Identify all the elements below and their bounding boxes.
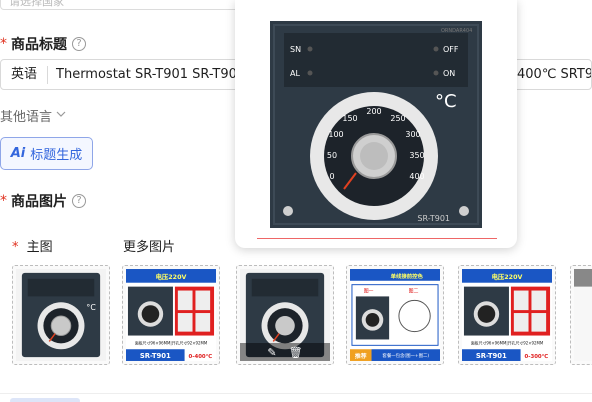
bottom-tab[interactable] — [10, 398, 80, 402]
edit-icon[interactable]: ✎ — [267, 346, 276, 359]
more-image-thumb[interactable]: 单线接前控色 图一 图二 推荐 套餐一包含(图一+图二) — [346, 265, 444, 365]
required-mark: * — [12, 240, 19, 255]
divider — [0, 393, 592, 402]
thumb-action-bar: ✎ 🗑 — [240, 343, 330, 361]
image-corner-text: ORNDAR404 — [441, 28, 473, 34]
title-section-label: * 商品标题 ? — [0, 34, 86, 54]
ai-title-generate-button[interactable]: Ai 标题生成 — [0, 137, 93, 170]
other-language-toggle[interactable]: 其他语言 — [0, 106, 66, 125]
unit-label: °C — [86, 303, 96, 312]
dial-label: 250 — [390, 114, 405, 123]
banner-tag-2: 图二 — [409, 289, 419, 295]
banner-recommend: 推荐 — [355, 352, 367, 360]
dial-label: 50 — [327, 151, 337, 160]
main-image-text: 主图 — [26, 240, 53, 255]
celsius-icon: °C — [435, 91, 457, 112]
ai-button-label: 标题生成 — [30, 148, 83, 163]
banner-bundle: 套餐一包含(图一+图二) — [382, 352, 429, 359]
image-preview-popup: SN AL OFF ON °C 0 50 100 150 200 250 300… — [235, 0, 517, 248]
more-image-thumb-partial[interactable] — [570, 265, 592, 365]
banner-size: 面板尺寸96×96MM|开孔尺寸92×92MM — [471, 340, 543, 345]
banner-voltage: 电压220V — [156, 272, 187, 281]
product-image — [574, 269, 592, 361]
more-image-thumb-hovered[interactable]: ✎ 🗑 — [236, 265, 334, 365]
more-images-label: 更多图片 — [123, 240, 176, 255]
dial-label: 200 — [366, 107, 381, 116]
required-mark: * — [0, 193, 7, 209]
thermostat-image: °C — [16, 269, 106, 361]
title-label: 商品标题 — [11, 37, 67, 53]
model-label: SR-T901 — [417, 214, 450, 223]
off-label: OFF — [443, 45, 459, 54]
ai-icon: Ai — [10, 146, 26, 161]
main-image-label: * 主图 — [12, 236, 53, 255]
dial-label: 100 — [328, 130, 343, 139]
other-language-label: 其他语言 — [0, 110, 53, 125]
title-value-tail: 400℃ SRT9 — [517, 67, 592, 82]
banner-tag-1: 图一 — [364, 289, 374, 295]
dial-label: 150 — [342, 114, 357, 123]
chevron-down-icon — [56, 110, 66, 121]
dial-label: 0 — [329, 172, 334, 181]
banner-size: 面板尺寸96×96MM|开孔尺寸92×92MM — [135, 340, 207, 345]
popup-divider — [257, 238, 497, 239]
sn-label: SN — [290, 45, 301, 54]
product-banner-image: 单线接前控色 图一 图二 推荐 套餐一包含(图一+图二) — [350, 269, 440, 361]
banner-model: SR-T901 — [140, 352, 171, 360]
banner-top-text: 单线接前控色 — [391, 272, 424, 280]
dial-label: 350 — [409, 151, 424, 160]
images-label: 商品图片 — [11, 194, 67, 210]
dial-label: 300 — [405, 130, 420, 139]
language-label: 英语 — [1, 65, 49, 84]
more-image-thumb[interactable]: 电压220V 面板尺寸96×96MM|开孔尺寸92×92MM SR-T901 0… — [122, 265, 220, 365]
product-banner-image: 电压220V 面板尺寸96×96MM|开孔尺寸92×92MM SR-T901 0… — [126, 269, 216, 361]
al-label: AL — [290, 69, 300, 78]
on-label: ON — [443, 69, 455, 78]
title-value: Thermostat SR-T901 SR-T90 — [56, 67, 237, 82]
banner-voltage: 电压220V — [492, 272, 523, 281]
main-image-thumb[interactable]: °C — [12, 265, 110, 365]
delete-icon[interactable]: 🗑 — [289, 346, 303, 359]
images-section-label: * 商品图片 ? — [0, 191, 86, 211]
banner-range: 0-300℃ — [524, 353, 548, 360]
dial-label: 400 — [409, 172, 424, 181]
help-icon[interactable]: ? — [72, 194, 86, 208]
thermostat-preview-image: SN AL OFF ON °C 0 50 100 150 200 250 300… — [270, 21, 482, 228]
help-icon[interactable]: ? — [72, 37, 86, 51]
banner-model: SR-T901 — [476, 352, 507, 360]
more-image-thumb[interactable]: 电压220V 面板尺寸96×96MM|开孔尺寸92×92MM SR-T901 0… — [458, 265, 556, 365]
required-mark: * — [0, 36, 7, 52]
banner-range: 0-400℃ — [188, 353, 212, 360]
product-banner-image: 电压220V 面板尺寸96×96MM|开孔尺寸92×92MM SR-T901 0… — [462, 269, 552, 361]
